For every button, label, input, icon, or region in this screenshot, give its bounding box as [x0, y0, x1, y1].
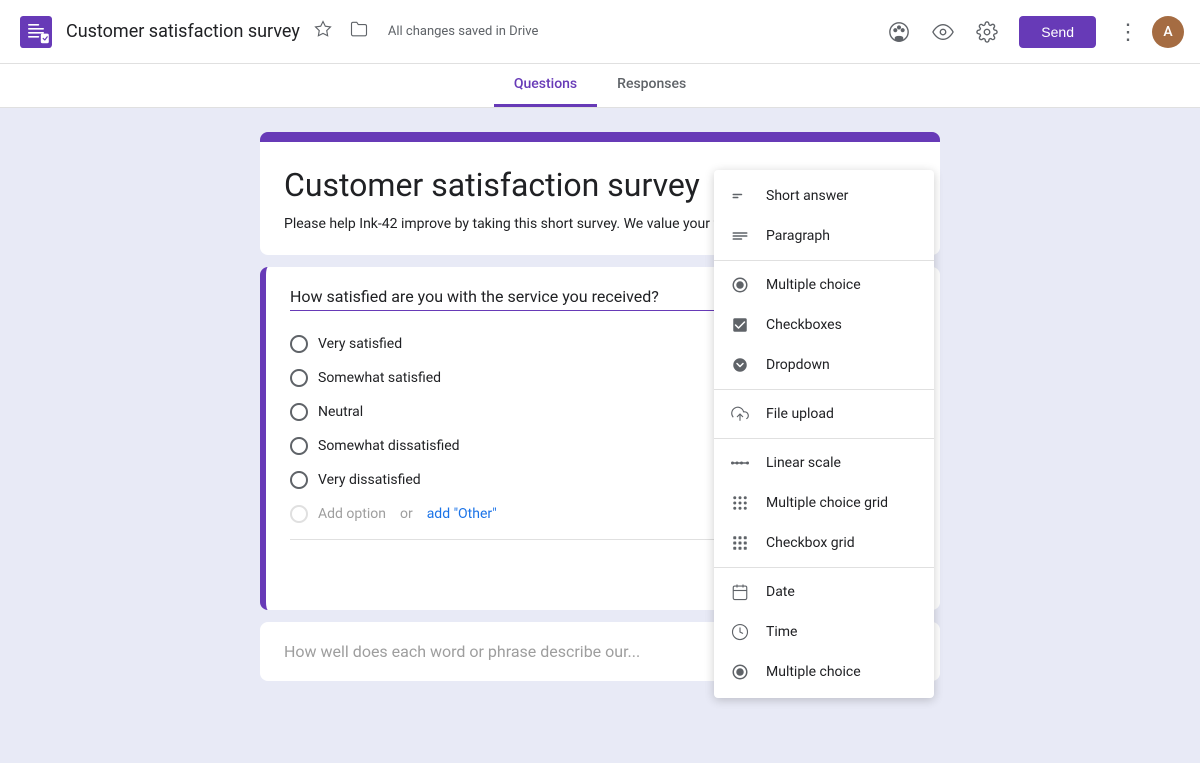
tab-responses[interactable]: Responses: [597, 64, 706, 107]
paragraph-icon: [730, 226, 750, 246]
app-title: Customer satisfaction survey: [66, 21, 300, 42]
app-header: Customer satisfaction survey All changes…: [0, 0, 1200, 64]
menu-label-multiple-choice: Multiple choice: [766, 277, 861, 293]
divider-3: [714, 438, 934, 439]
preview-button[interactable]: [923, 12, 963, 52]
menu-label-checkbox-grid: Checkbox grid: [766, 535, 855, 551]
menu-item-short-answer[interactable]: Short answer: [714, 176, 934, 216]
menu-label-date: Date: [766, 584, 795, 600]
radio-very-dissatisfied[interactable]: [290, 471, 308, 489]
header-left: Customer satisfaction survey All changes…: [16, 12, 879, 52]
menu-item-multiple-choice-grid[interactable]: Multiple choice grid: [714, 483, 934, 523]
palette-button[interactable]: [879, 12, 919, 52]
more-button[interactable]: ⋮: [1108, 12, 1148, 52]
file-upload-icon: [730, 404, 750, 424]
divider-1: [714, 260, 934, 261]
star-button[interactable]: [310, 16, 336, 47]
menu-item-paragraph[interactable]: Paragraph: [714, 216, 934, 256]
menu-item-file-upload[interactable]: File upload: [714, 394, 934, 434]
menu-label-linear-scale: Linear scale: [766, 455, 841, 471]
menu-label-multiple-choice-2: Multiple choice: [766, 664, 861, 680]
forms-app-icon: [16, 12, 56, 52]
dropdown-icon: [730, 355, 750, 375]
settings-button[interactable]: [967, 12, 1007, 52]
add-option-text[interactable]: Add option: [318, 506, 386, 522]
main-content: Customer satisfaction survey Please help…: [0, 108, 1200, 759]
send-button[interactable]: Send: [1019, 16, 1096, 48]
radio-neutral[interactable]: [290, 403, 308, 421]
option-label-very-satisfied: Very satisfied: [318, 336, 402, 352]
avatar[interactable]: A: [1152, 16, 1184, 48]
divider-2: [714, 389, 934, 390]
divider-4: [714, 567, 934, 568]
menu-label-checkboxes: Checkboxes: [766, 317, 842, 333]
menu-label-multiple-choice-grid: Multiple choice grid: [766, 495, 888, 511]
menu-item-checkbox-grid[interactable]: Checkbox grid: [714, 523, 934, 563]
or-text: or: [400, 506, 413, 522]
option-label-somewhat-dissatisfied: Somewhat dissatisfied: [318, 438, 460, 454]
checkbox-grid-icon: [730, 533, 750, 553]
add-option-radio: [290, 505, 308, 523]
checkboxes-icon: [730, 315, 750, 335]
tab-questions[interactable]: Questions: [494, 64, 597, 107]
multiple-choice-grid-icon: [730, 493, 750, 513]
tabs-bar: Questions Responses: [0, 64, 1200, 108]
radio-somewhat-satisfied[interactable]: [290, 369, 308, 387]
option-label-very-dissatisfied: Very dissatisfied: [318, 472, 421, 488]
menu-item-time[interactable]: Time: [714, 612, 934, 652]
folder-button[interactable]: [346, 16, 372, 47]
header-actions: Send ⋮ A: [879, 12, 1184, 52]
menu-label-time: Time: [766, 624, 797, 640]
option-label-somewhat-satisfied: Somewhat satisfied: [318, 370, 441, 386]
linear-scale-icon: [730, 453, 750, 473]
radio-somewhat-dissatisfied[interactable]: [290, 437, 308, 455]
multiple-choice-icon: [730, 275, 750, 295]
saved-status: All changes saved in Drive: [388, 24, 539, 39]
question-type-dropdown: Short answer Paragraph Multiple choice: [714, 170, 934, 698]
date-icon: [730, 582, 750, 602]
menu-item-multiple-choice-2[interactable]: Multiple choice: [714, 652, 934, 692]
menu-label-file-upload: File upload: [766, 406, 834, 422]
menu-item-linear-scale[interactable]: Linear scale: [714, 443, 934, 483]
radio-very-satisfied[interactable]: [290, 335, 308, 353]
time-icon: [730, 622, 750, 642]
menu-item-multiple-choice[interactable]: Multiple choice: [714, 265, 934, 305]
menu-item-date[interactable]: Date: [714, 572, 934, 612]
menu-item-checkboxes[interactable]: Checkboxes: [714, 305, 934, 345]
short-answer-icon: [730, 186, 750, 206]
menu-item-dropdown[interactable]: Dropdown: [714, 345, 934, 385]
menu-label-dropdown: Dropdown: [766, 357, 830, 373]
menu-label-short-answer: Short answer: [766, 188, 848, 204]
menu-label-paragraph: Paragraph: [766, 228, 830, 244]
option-label-neutral: Neutral: [318, 404, 363, 420]
add-other-link[interactable]: add "Other": [427, 506, 497, 522]
multiple-choice-icon-2: [730, 662, 750, 682]
